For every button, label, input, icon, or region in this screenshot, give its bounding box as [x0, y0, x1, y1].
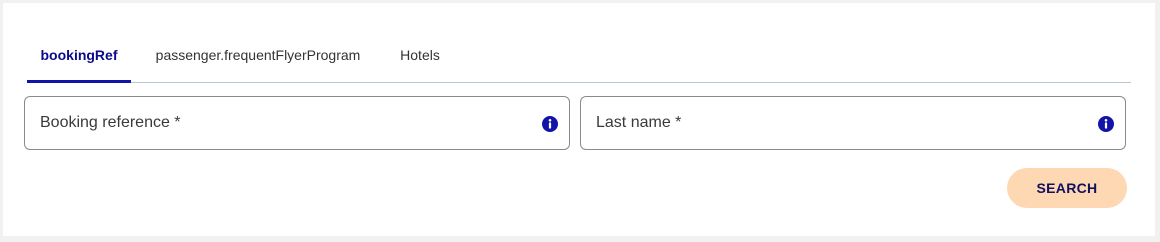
tab-bar: bookingRef passenger.frequentFlyerProgra…: [27, 33, 1131, 83]
booking-reference-input[interactable]: [40, 97, 530, 149]
info-icon[interactable]: [1098, 116, 1114, 132]
search-button[interactable]: SEARCH: [1007, 168, 1127, 208]
last-name-input[interactable]: [596, 97, 1086, 149]
last-name-field[interactable]: [580, 96, 1126, 150]
info-icon[interactable]: [542, 116, 558, 132]
tab-booking-ref[interactable]: bookingRef: [27, 33, 131, 83]
booking-reference-field[interactable]: [24, 96, 570, 150]
tab-frequent-flyer-program[interactable]: passenger.frequentFlyerProgram: [145, 33, 371, 82]
tab-hotels[interactable]: Hotels: [383, 33, 457, 82]
